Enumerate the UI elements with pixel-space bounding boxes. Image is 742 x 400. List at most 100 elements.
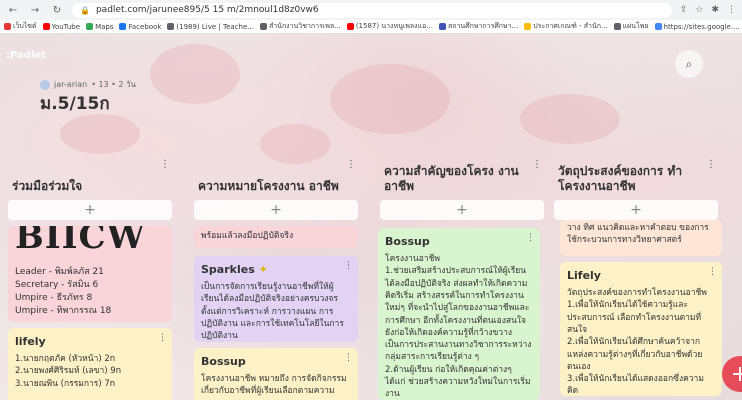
card-body: Leader - พิมพ์ลภัส 21 Secretary - รัสมิน… [15,267,112,317]
reload-icon[interactable]: ↻ [50,3,64,17]
more-icon[interactable]: ⋮ [346,159,356,170]
bookmark-label: (1989) Live | Teache... [176,22,254,31]
bookmark-item[interactable]: Facebook [119,23,161,31]
add-post-fab[interactable]: + [722,356,742,392]
more-icon[interactable]: ⋮ [158,332,167,345]
more-icon[interactable]: ⋮ [344,260,353,273]
back-icon[interactable]: ← [6,3,20,17]
bookmark-icon [4,23,11,30]
add-post-button[interactable]: + [194,200,358,220]
bookmark-icon [524,23,532,30]
bookmark-icon [119,23,127,30]
post-card[interactable]: ⋮ Bossup โครงงานอาชีพ หมายถึง การจัดกิจก… [194,348,358,400]
author-name: jar-arian [54,80,88,89]
card-title: Lifely [567,269,601,282]
post-card[interactable]: พร้อมแล้วลงมือปฏิบัติจริง [194,226,358,248]
card-body: โครงงานอาชีพ 1.ช่วยเสริมสร้างประสบการณ์ใ… [385,253,532,400]
post-card[interactable]: ⋮ Bossup โครงงานอาชีพ 1.ช่วยเสริมสร้างปร… [378,228,540,400]
more-icon[interactable]: ⋮ [160,159,170,170]
bookmark-icon [613,23,621,30]
search-icon: ⌕ [685,56,693,71]
bookmark-label: (1587) นางหนูเพลงแอ... [355,22,433,30]
column-header: ความสำคัญของโครง งานอาชีพ ⋮ [378,144,546,200]
card-title: lifely [15,335,46,348]
bookmark-icon [167,23,175,30]
column-header: วัตถุประสงค์ของการ ทำโครงงานอาชีพ ⋮ [552,144,720,200]
more-icon[interactable]: ⋮ [344,352,353,365]
more-icon[interactable]: ⋮ [526,232,535,245]
handwriting-drawing: BIICW [15,226,146,257]
bookmark-label: Maps [95,22,114,31]
padlet-board: :Padlet ⌕ jar-arian • 13 • 2 วัน ม.5/15ก… [0,34,742,400]
bookmark-item[interactable]: สถานศึกษาการศึกษา... [438,21,519,32]
lock-icon: 🔒 [80,5,90,15]
bookmark-label: YouTube [51,22,81,31]
card-body: พร้อมแล้วลงมือปฏิบัติจริง [201,231,294,241]
bookmark-icon [259,23,267,30]
bookmark-label: Facebook [128,22,162,31]
post-card[interactable]: ⋮ Sparkles ✦ เป็นการจัดการเรียนรู้งานอาช… [194,256,358,342]
column-1: ร่วมมือร่วมใจ ⋮ + [6,144,174,220]
more-icon[interactable]: ⋮ [708,266,717,279]
bookmark-label: สำนักงานวิชาการเพล... [268,22,341,30]
toolbar-icons: ⇪ ☆ ✱ ⋮ [680,5,736,15]
bookmark-item[interactable]: YouTube [42,22,81,31]
column-title: ร่วมมือร่วมใจ [12,179,83,193]
add-post-button[interactable]: + [380,200,544,220]
browser-toolbar: ← → ↻ 🔒 padlet.com/jarunee895/5 15 m/2mn… [0,0,742,20]
bookmark-item[interactable]: https://sites.google.... [654,22,740,31]
avatar [40,79,50,90]
post-card[interactable]: BIICW Leader - พิมพ์ลภัส 21 Secretary - … [8,226,172,322]
sparkle-icon: ✦ [258,263,268,276]
post-card[interactable]: ⋮ Lifely วัตถุประสงค์ของการทำโครงงานอาชี… [560,262,722,396]
bookmark-item[interactable]: แผ่นโพย [613,21,649,32]
extensions-icon[interactable]: ✱ [711,5,719,15]
card-title: Bossup [385,235,430,248]
padlet-logo[interactable]: :Padlet [6,50,46,61]
bookmark-icon [42,23,50,30]
share-icon[interactable]: ⇪ [680,5,688,15]
bookmark-item[interactable]: (1989) Live | Teache... [167,23,254,31]
card-body: วาง ทิศ แนวคิดและหาคำตอบ ของการ ใช้กระบว… [567,223,709,246]
menu-icon[interactable]: ⋮ [727,5,736,15]
bookmarks-bar: เว็บไซต์ YouTube Maps Facebook (1989) Live |… [0,20,742,34]
bookmark-item[interactable]: Maps [86,23,113,31]
column-2: ความหมายโครงงาน อาชีพ ⋮ + [192,144,360,220]
column-header: ความหมายโครงงาน อาชีพ ⋮ [192,144,360,200]
card-body: วัตถุประสงค์ของการทำโครงงานอาชีพ 1.เพื่อ… [567,287,707,396]
search-button[interactable]: ⌕ [675,50,703,78]
column-3: ความสำคัญของโครง งานอาชีพ ⋮ + [378,144,546,220]
more-icon[interactable]: ⋮ [706,159,716,170]
post-card[interactable]: วาง ทิศ แนวคิดและหาคำตอบ ของการ ใช้กระบว… [560,220,722,256]
add-post-button[interactable]: + [8,200,172,220]
bookmark-item[interactable]: ประกาศเกณฑ์ - สำนัก... [524,21,608,32]
bookmark-item[interactable]: เว็บไซต์ [4,21,37,32]
bookmark-label: ประกาศเกณฑ์ - สำนัก... [533,22,608,30]
card-title: Sparkles ✦ [201,263,268,276]
bookmark-icon [654,23,662,30]
url-text: padlet.com/jarunee895/5 15 m/2mnoul1d8z0… [95,5,319,15]
bookmark-item[interactable]: (1587) นางหนูเพลงแอ... [346,21,433,32]
bookmark-icon [438,23,446,30]
bookmark-label: เว็บไซต์ [13,22,37,30]
column-title: วัตถุประสงค์ของการ ทำโครงงานอาชีพ [558,164,683,193]
column-header: ร่วมมือร่วมใจ ⋮ [6,144,174,200]
bookmark-label: แผ่นโพย [622,22,649,30]
more-icon[interactable]: ⋮ [532,159,542,170]
column-title: ความสำคัญของโครง งานอาชีพ [384,164,519,193]
address-bar[interactable]: 🔒 padlet.com/jarunee895/5 15 m/2mnoul1d8… [72,2,672,18]
post-card[interactable]: ⋮ lifely 1.นายกฤตภัค (หัวหน้า) 2n 2.นายพ… [8,328,172,400]
bookmark-label: สถานศึกษาการศึกษา... [447,22,519,30]
column-title: ความหมายโครงงาน อาชีพ [198,179,339,193]
card-title: Bossup [201,355,246,368]
column-4: วัตถุประสงค์ของการ ทำโครงงานอาชีพ ⋮ + [552,144,720,220]
bookmark-item[interactable]: สำนักงานวิชาการเพล... [259,21,341,32]
forward-icon[interactable]: → [28,3,42,17]
bookmark-label: https://sites.google.... [663,22,740,31]
card-body: 1.นายกฤตภัค (หัวหน้า) 2n 2.นายพงศ์ศิริรม… [15,353,122,389]
card-body: เป็นการจัดการเรียนรู้งานอาชีพที่ให้ผู้เร… [201,281,344,342]
card-body: โครงงานอาชีพ หมายถึง การจัดกิจกรรมเกี่ยว… [201,373,347,397]
bookmark-icon [346,23,354,30]
add-post-button[interactable]: + [554,200,718,220]
star-icon[interactable]: ☆ [695,5,703,15]
